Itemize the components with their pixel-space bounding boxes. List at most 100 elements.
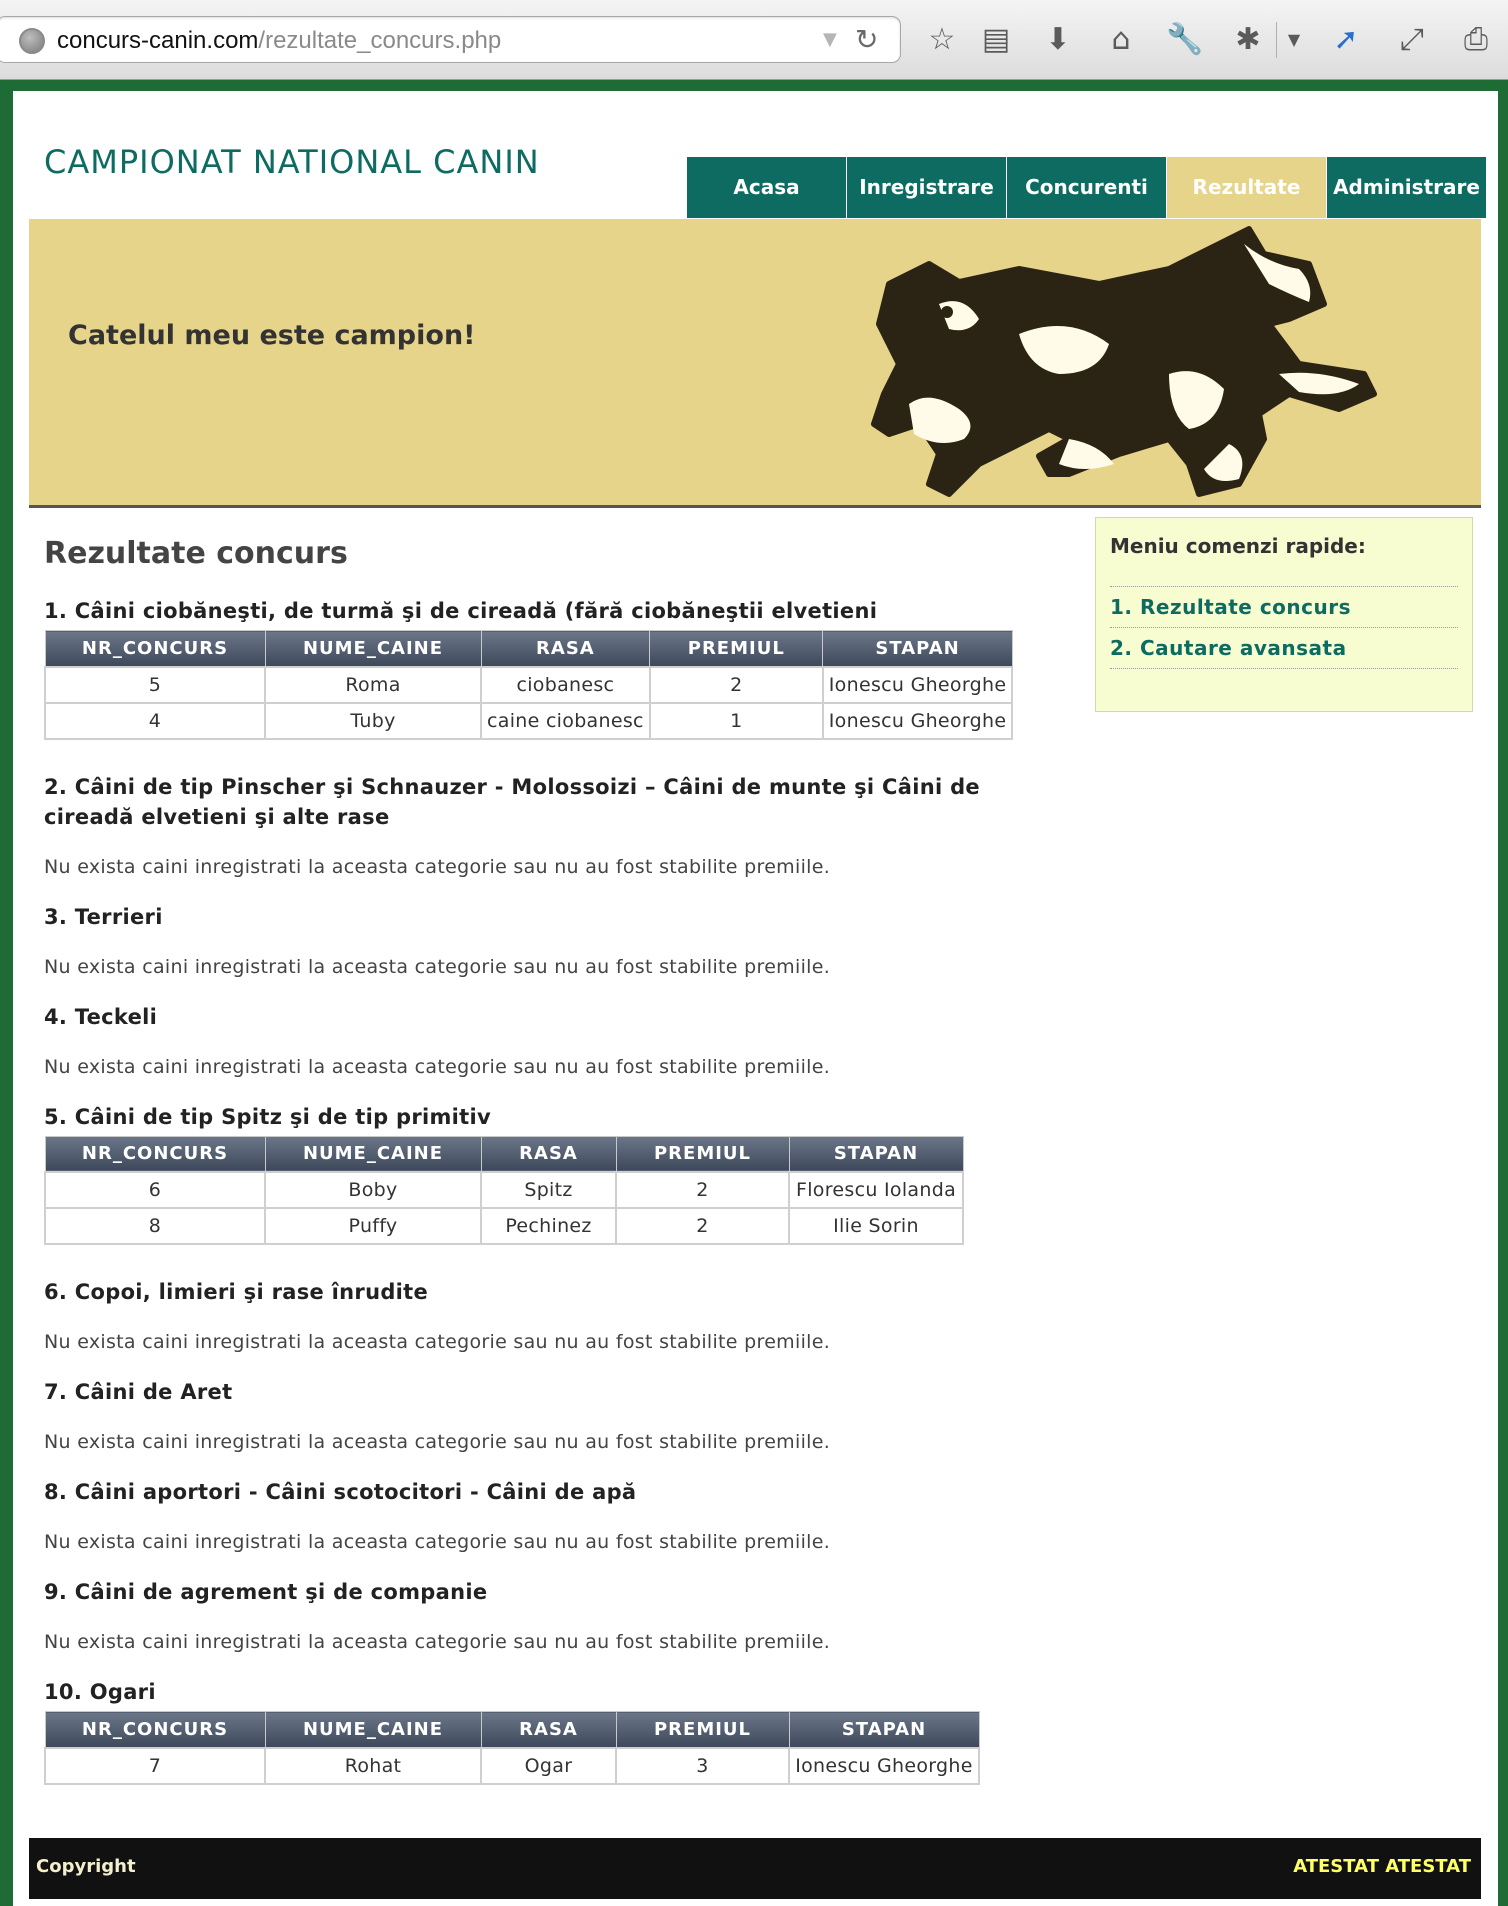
column-header: PREMIUL (615, 1711, 790, 1748)
table-cell: 6 (44, 1171, 266, 1209)
column-header: NUME_CAINE (264, 1711, 482, 1748)
table-row: 7 Rohat Ogar 3 Ionescu Gheorghe (44, 1746, 980, 1785)
empty-message: Nu exista caini inregistrati la aceasta … (44, 855, 831, 878)
column-header: RASA (480, 630, 651, 667)
table-cell: Ionescu Gheorghe (821, 665, 1014, 704)
table-cell: 2 (615, 1171, 790, 1209)
url-path: /rezultate_concurs.php (258, 27, 502, 54)
main-content: Rezultate concurs 1. Câini ciobăneşti, d… (44, 536, 1084, 1785)
table-cell: 2 (648, 665, 824, 704)
home-icon[interactable]: ⌂ (1101, 20, 1141, 60)
table-cell: Puffy (264, 1207, 482, 1245)
results-table: NR_CONCURS NUME_CAINE RASA PREMIUL STAPA… (44, 1711, 980, 1785)
table-cell: Ilie Sorin (788, 1207, 964, 1245)
browser-toolbar: concurs-canin.com/rezultate_concurs.php … (0, 0, 1508, 80)
reload-icon[interactable]: ↻ (855, 23, 878, 56)
table-cell: Spitz (480, 1171, 617, 1209)
column-header: NR_CONCURS (44, 630, 266, 667)
bug-icon[interactable]: ✱ (1228, 20, 1268, 60)
table-header-row: NR_CONCURS NUME_CAINE RASA PREMIUL STAPA… (44, 1711, 980, 1748)
nav-item-acasa[interactable]: Acasa (687, 157, 846, 218)
column-header: STAPAN (788, 1711, 980, 1748)
nav-item-concurenti[interactable]: Concurenti (1007, 157, 1166, 218)
quick-menu-title: Meniu comenzi rapide: (1110, 532, 1458, 587)
category-title: 7. Câini de Aret (44, 1380, 233, 1404)
page-heading: Rezultate concurs (44, 536, 348, 571)
table-header-row: NR_CONCURS NUME_CAINE RASA PREMIUL STAPA… (44, 1135, 964, 1173)
results-table: NR_CONCURS NUME_CAINE RASA PREMIUL STAPA… (44, 630, 1014, 740)
table-cell: Rohat (264, 1746, 482, 1785)
print-icon[interactable]: ⎙ (1456, 20, 1496, 60)
category-title: 10. Ogari (44, 1680, 156, 1704)
nav-item-inregistrare[interactable]: Inregistrare (847, 157, 1006, 218)
footer: Copyright ATESTAT ATESTAT (29, 1838, 1481, 1899)
table-cell: 2 (615, 1207, 790, 1245)
table-cell: 3 (615, 1746, 790, 1785)
table-row: 5 Roma ciobanesc 2 Ionescu Gheorghe (44, 665, 1014, 704)
table-cell: caine ciobanesc (480, 701, 651, 740)
column-header: STAPAN (822, 630, 1013, 667)
globe-icon (19, 28, 45, 54)
table-cell: ciobanesc (480, 665, 651, 704)
table-row: 6 Boby Spitz 2 Florescu Iolanda (44, 1171, 964, 1209)
quick-link-cautare[interactable]: 2. Cautare avansata (1110, 628, 1458, 669)
quick-link-rezultate[interactable]: 1. Rezultate concurs (1110, 587, 1458, 628)
category-title: 2. Câini de tip Pinscher şi Schnauzer - … (44, 774, 980, 829)
footer-credit: ATESTAT ATESTAT (1293, 1856, 1471, 1877)
empty-message: Nu exista caini inregistrati la aceasta … (44, 1055, 831, 1078)
table-cell: 5 (44, 665, 266, 704)
column-header: RASA (480, 1711, 617, 1748)
column-header: PREMIUL (649, 630, 824, 667)
table-cell: 4 (44, 701, 266, 740)
empty-message: Nu exista caini inregistrati la aceasta … (44, 1531, 831, 1553)
web-page: CAMPIONAT NATIONAL CANIN Acasa Inregistr… (13, 91, 1498, 1906)
column-header: RASA (480, 1135, 617, 1173)
download-icon[interactable]: ⬇ (1038, 20, 1078, 60)
chevron-down-icon[interactable]: ▼ (1274, 20, 1314, 60)
dog-logo (871, 226, 1377, 497)
results-table: NR_CONCURS NUME_CAINE RASA PREMIUL STAPA… (44, 1135, 964, 1245)
category-title: 1. Câini ciobăneşti, de turmă şi de cire… (44, 599, 878, 623)
category-title: 3. Terrieri (44, 904, 163, 929)
site-title: CAMPIONAT NATIONAL CANIN (44, 143, 540, 181)
table-cell: Boby (264, 1171, 482, 1209)
tagline: Catelul meu este campion! (68, 320, 476, 351)
table-cell: Tuby (264, 701, 482, 740)
url-text[interactable]: concurs-canin.com/rezultate_concurs.php (57, 27, 501, 55)
table-row: 4 Tuby caine ciobanesc 1 Ionescu Gheorgh… (44, 701, 1014, 740)
column-header: NR_CONCURS (44, 1135, 266, 1173)
url-dropdown-icon[interactable]: ▼ (823, 29, 837, 50)
quick-menu: Meniu comenzi rapide: 1. Rezultate concu… (1095, 517, 1473, 712)
table-cell: Ionescu Gheorghe (821, 701, 1014, 740)
footer-copyright: Copyright (36, 1856, 136, 1877)
column-header: PREMIUL (615, 1135, 790, 1173)
column-header: NUME_CAINE (264, 630, 482, 667)
reading-list-icon[interactable]: ▤ (976, 20, 1016, 60)
column-header: STAPAN (788, 1135, 964, 1173)
address-bar[interactable]: concurs-canin.com/rezultate_concurs.php … (0, 16, 901, 63)
table-row: 8 Puffy Pechinez 2 Ilie Sorin (44, 1207, 964, 1245)
url-host: concurs-canin.com (57, 27, 259, 54)
empty-message: Nu exista caini inregistrati la aceasta … (44, 1631, 831, 1653)
category-title: 6. Copoi, limieri şi rase înrudite (44, 1280, 429, 1304)
table-cell: 7 (44, 1746, 266, 1785)
cursor-icon[interactable]: ➚ (1326, 20, 1366, 60)
table-cell: Pechinez (480, 1207, 617, 1245)
table-cell: 1 (648, 701, 824, 740)
star-icon[interactable]: ☆ (922, 20, 962, 60)
table-cell: Ionescu Gheorghe (788, 1746, 980, 1785)
category-title: 9. Câini de agrement şi de companie (44, 1580, 488, 1604)
wrench-icon[interactable]: 🔧 (1165, 20, 1205, 60)
fullscreen-icon[interactable]: ⤢ (1392, 20, 1432, 60)
category-title: 5. Câini de tip Spitz şi de tip primitiv (44, 1104, 492, 1129)
table-cell: Roma (264, 665, 482, 704)
table-cell: Florescu Iolanda (788, 1171, 964, 1209)
main-nav: Acasa Inregistrare Concurenti Rezultate … (687, 157, 1487, 218)
table-header-row: NR_CONCURS NUME_CAINE RASA PREMIUL STAPA… (44, 630, 1013, 667)
category-title: 8. Câini aportori - Câini scotocitori - … (44, 1480, 637, 1504)
nav-item-administrare[interactable]: Administrare (1327, 157, 1486, 218)
category-title: 4. Teckeli (44, 1004, 158, 1029)
table-cell: Ogar (480, 1746, 617, 1785)
nav-item-rezultate[interactable]: Rezultate (1167, 157, 1326, 218)
empty-message: Nu exista caini inregistrati la aceasta … (44, 1431, 831, 1453)
